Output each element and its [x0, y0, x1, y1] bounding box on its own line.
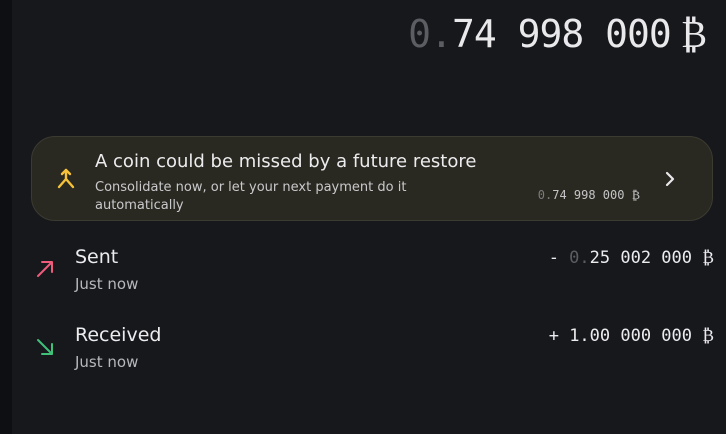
banner-amount: 0.74 998 000 ₿ [538, 188, 640, 203]
consolidation-banner[interactable]: A coin could be missed by a future resto… [31, 136, 713, 221]
transaction-time: Just now [75, 353, 139, 371]
transaction-label: Received [75, 324, 162, 346]
balance-leading-zero: 0. [408, 12, 453, 56]
arrow-down-right-icon [37, 339, 53, 355]
banner-title: A coin could be missed by a future resto… [95, 151, 477, 172]
banner-subtitle: Consolidate now, or let your next paymen… [95, 180, 407, 213]
transaction-label: Sent [75, 246, 119, 268]
transaction-amount: - 0.25 002 000 ₿ [549, 248, 714, 268]
amount-sign: - [548, 248, 570, 268]
transaction-row-sent[interactable]: Sent Just now - 0.25 002 000 ₿ [0, 244, 726, 304]
banner-amount-value: 74 998 000 ₿ [552, 188, 640, 202]
balance-amount: 74 998 000 [451, 12, 672, 56]
amount-leading-zero: 0. [569, 248, 590, 268]
transaction-amount: + 1.00 000 000 ₿ [549, 326, 714, 346]
amount-value: 1.00 000 000 ₿ [569, 326, 714, 346]
amount-value: 25 002 000 ₿ [589, 248, 714, 268]
bitcoin-symbol: ₿ [680, 12, 707, 56]
arrow-up-right-icon [37, 261, 53, 277]
amount-sign: + [548, 326, 570, 346]
wallet-balance: 0. 74 998 000 ₿ [408, 12, 707, 57]
banner-amount-leading-zero: 0. [537, 188, 553, 202]
transaction-time: Just now [75, 275, 139, 293]
consolidate-icon [57, 168, 75, 189]
transaction-row-received[interactable]: Received Just now + 1.00 000 000 ₿ [0, 322, 726, 382]
chevron-right-icon[interactable] [662, 168, 678, 190]
